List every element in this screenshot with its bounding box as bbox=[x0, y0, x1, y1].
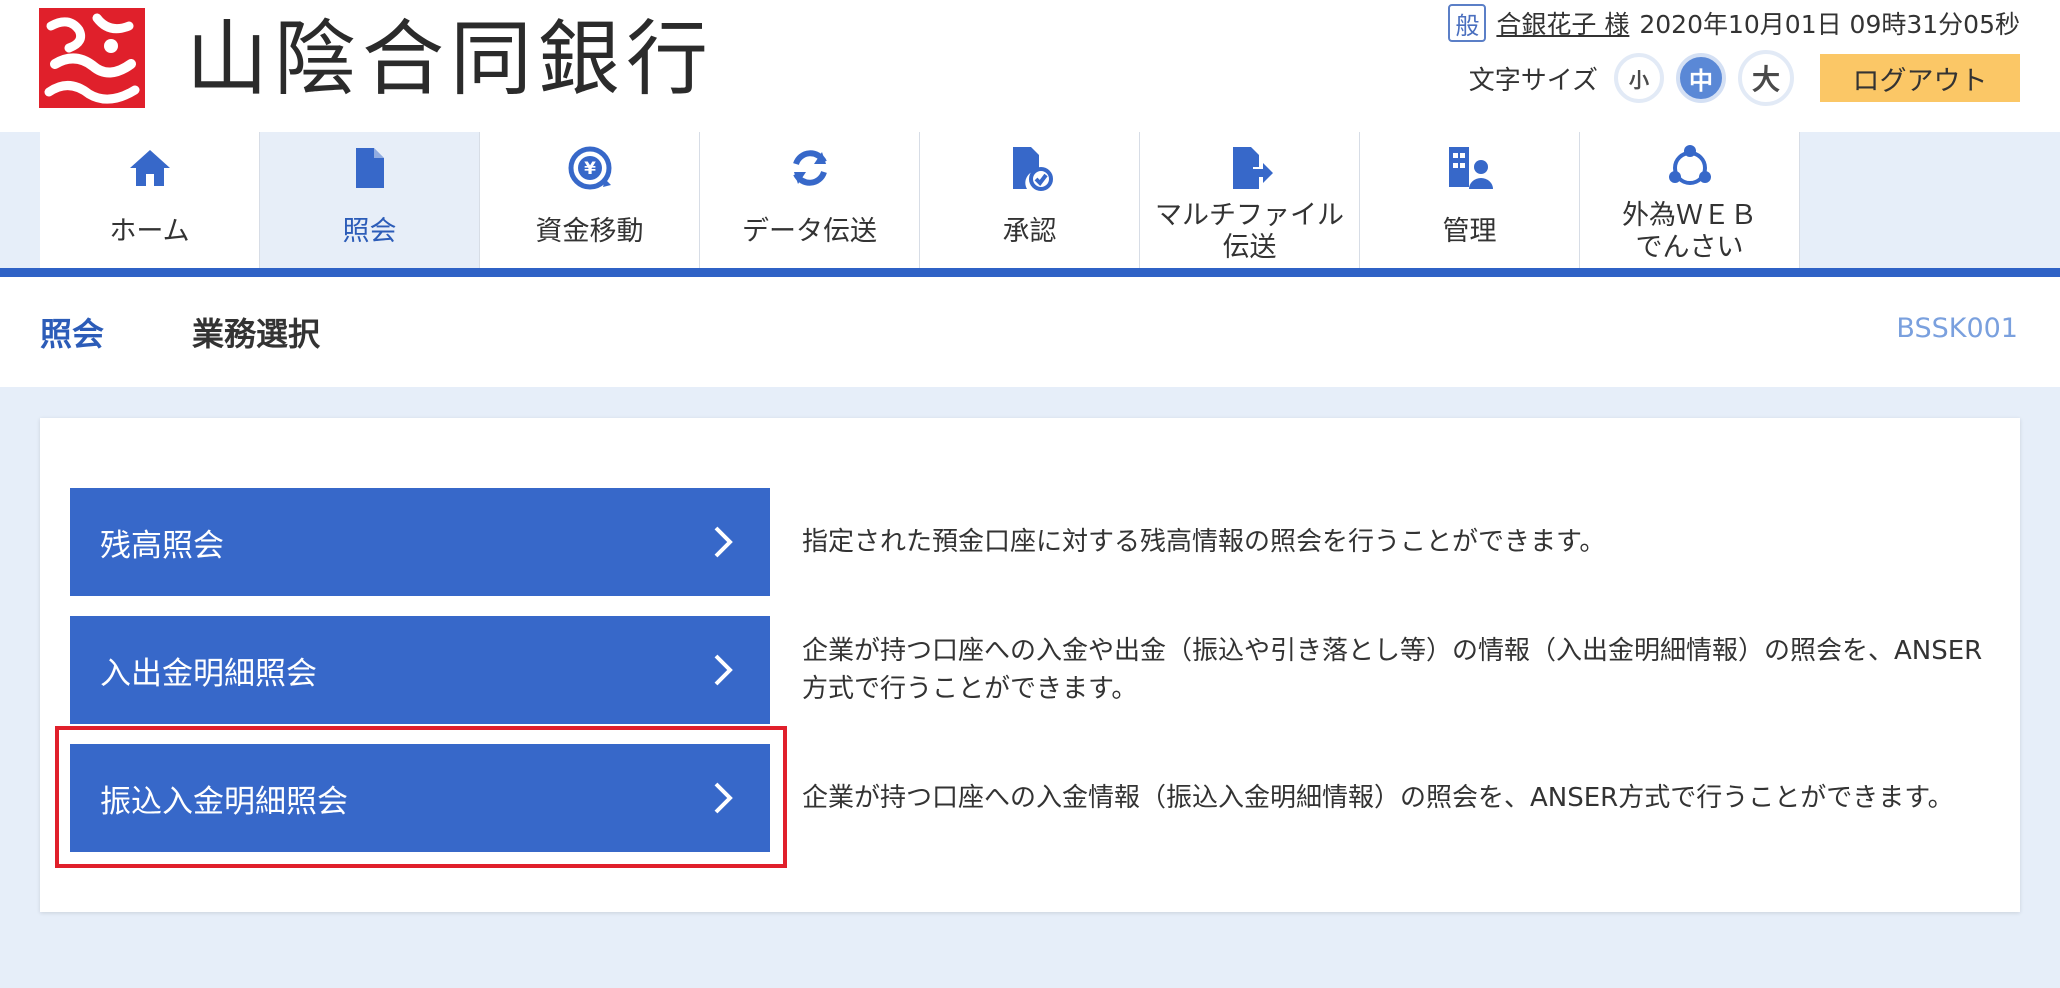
font-size-label: 文字サイズ bbox=[1468, 65, 1598, 96]
nav-label: 外為ＷＥＢ でんさい bbox=[1622, 200, 1757, 263]
chevron-right-icon bbox=[714, 654, 733, 686]
login-datetime: 2020年10月01日 09時31分05秒 bbox=[1639, 10, 2020, 39]
user-name-link[interactable]: 合銀花子 様 bbox=[1496, 5, 1629, 41]
menu-row-balance: 残高照会 指定された預金口座に対する残高情報の照会を行うことができます。 bbox=[70, 488, 2010, 596]
menu-button-label: 残高照会 bbox=[100, 527, 224, 564]
svg-text:¥: ¥ bbox=[584, 159, 596, 179]
balance-inquiry-button[interactable]: 残高照会 bbox=[70, 488, 770, 596]
business-selection-panel: 残高照会 指定された預金口座に対する残高情報の照会を行うことができます。 入出金… bbox=[40, 418, 2020, 912]
nav-item-management[interactable]: 管理 bbox=[1360, 132, 1580, 268]
font-size-controls: 文字サイズ 小 中 大 ログアウト bbox=[1469, 50, 2020, 106]
nav-divider bbox=[0, 268, 2060, 277]
font-size-large-button[interactable]: 大 bbox=[1738, 50, 1794, 106]
yen-transfer-icon: ¥ bbox=[564, 142, 616, 194]
page-title-bar: 照会 業務選択 BSSK001 bbox=[0, 277, 2060, 387]
global-nav: ホーム 照会 ¥ 資金移動 データ伝送 承認 マルチファイル 伝送 管理 外為Ｗ… bbox=[40, 132, 1800, 268]
menu-description: 指定された預金口座に対する残高情報の照会を行うことができます。 bbox=[802, 527, 1606, 557]
refresh-icon bbox=[784, 142, 836, 194]
home-icon bbox=[124, 142, 176, 194]
user-type-badge: 般 bbox=[1448, 4, 1487, 42]
menu-button-label: 振込入金明細照会 bbox=[100, 783, 348, 820]
font-size-medium-button[interactable]: 中 bbox=[1676, 53, 1726, 103]
nav-label: 照会 bbox=[342, 216, 397, 247]
admin-user-icon bbox=[1444, 142, 1496, 194]
transfer-deposit-inquiry-button[interactable]: 振込入金明細照会 bbox=[70, 744, 770, 852]
deposit-withdrawal-inquiry-button[interactable]: 入出金明細照会 bbox=[70, 616, 770, 724]
nav-label: 承認 bbox=[1002, 216, 1057, 247]
chevron-right-icon bbox=[714, 782, 733, 814]
nav-item-approval[interactable]: 承認 bbox=[920, 132, 1140, 268]
document-icon bbox=[344, 142, 396, 194]
nav-item-data-transmission[interactable]: データ伝送 bbox=[700, 132, 920, 268]
nav-label: 資金移動 bbox=[535, 216, 644, 247]
nav-item-multi-file-transmission[interactable]: マルチファイル 伝送 bbox=[1140, 132, 1360, 268]
page-category: 照会 bbox=[40, 315, 105, 353]
nav-label: データ伝送 bbox=[742, 216, 877, 247]
menu-description: 企業が持つ口座への入金や出金（振込や引き落とし等）の情報（入出金明細情報）の照会… bbox=[802, 636, 1983, 704]
file-send-icon bbox=[1224, 142, 1276, 194]
approval-document-icon bbox=[1004, 142, 1056, 194]
nav-label: マルチファイル 伝送 bbox=[1155, 200, 1344, 263]
nav-item-inquiry[interactable]: 照会 bbox=[260, 132, 480, 268]
bank-logo-icon bbox=[39, 8, 145, 108]
bank-name: 山陰合同銀行 bbox=[186, 12, 715, 107]
menu-row-transfer-deposit: 振込入金明細照会 企業が持つ口座への入金情報（振込入金明細情報）の照会を、ANS… bbox=[70, 744, 2010, 852]
nav-item-fund-transfer[interactable]: ¥ 資金移動 bbox=[480, 132, 700, 268]
logout-button[interactable]: ログアウト bbox=[1820, 54, 2020, 102]
page-title: 業務選択 bbox=[192, 315, 321, 353]
header: 山陰合同銀行 般 合銀花子 様 2020年10月01日 09時31分05秒 文字… bbox=[0, 0, 2060, 132]
menu-button-label: 入出金明細照会 bbox=[100, 655, 317, 692]
nav-item-forex-web-densai[interactable]: 外為ＷＥＢ でんさい bbox=[1580, 132, 1800, 268]
nav-label: 管理 bbox=[1442, 216, 1497, 247]
menu-description: 企業が持つ口座への入金情報（振込入金明細情報）の照会を、ANSER方式で行うこと… bbox=[802, 783, 1954, 813]
screen-id: BSSK001 bbox=[1896, 313, 2018, 344]
network-icon bbox=[1664, 142, 1716, 194]
menu-row-deposit-withdrawal: 入出金明細照会 企業が持つ口座への入金や出金（振込や引き落とし等）の情報（入出金… bbox=[70, 616, 2010, 724]
font-size-small-button[interactable]: 小 bbox=[1614, 53, 1664, 103]
nav-label: ホーム bbox=[109, 216, 190, 247]
chevron-right-icon bbox=[714, 526, 733, 558]
nav-item-home[interactable]: ホーム bbox=[40, 132, 260, 268]
user-info: 般 合銀花子 様 2020年10月01日 09時31分05秒 bbox=[1448, 4, 2020, 42]
